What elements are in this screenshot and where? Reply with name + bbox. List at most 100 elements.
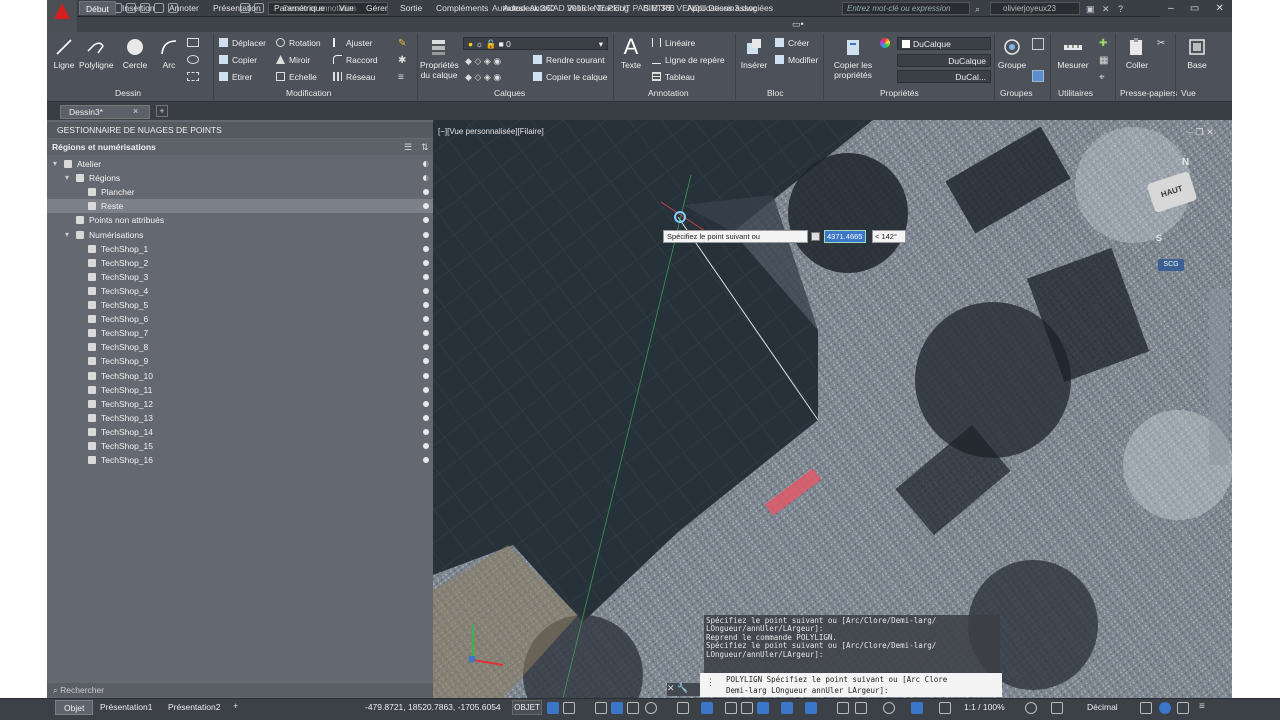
match-properties-button[interactable]: Copier les propriétés xyxy=(828,37,878,80)
group-selection-icon[interactable] xyxy=(1032,70,1044,82)
polyline-button[interactable]: Polyligne xyxy=(79,37,114,70)
workspace-switching-icon[interactable] xyxy=(939,702,951,714)
close-icon[interactable]: ✕ xyxy=(1206,127,1214,137)
visibility-toggle-icon[interactable] xyxy=(423,245,429,252)
visibility-toggle-icon[interactable] xyxy=(423,443,429,449)
minimize-icon[interactable]: – xyxy=(1168,3,1174,14)
dynamic-input-menu-icon[interactable] xyxy=(811,232,820,241)
angle-input[interactable]: < 142° xyxy=(872,230,906,243)
tab-vue[interactable]: Vue xyxy=(333,1,360,15)
panel-title-vue[interactable]: Vue xyxy=(1181,88,1196,100)
tree-item[interactable]: TechShop_9 xyxy=(47,354,433,368)
panel-title-dessin[interactable]: Dessin xyxy=(115,88,141,100)
isolate-objects-icon[interactable] xyxy=(1051,702,1063,714)
minimize-icon[interactable]: – xyxy=(1188,127,1193,137)
grid-icon[interactable] xyxy=(547,702,559,714)
visibility-toggle-icon[interactable] xyxy=(423,330,429,337)
object-snap-tracking-icon[interactable] xyxy=(645,702,657,714)
copy-layer-button[interactable]: Copier le calque xyxy=(533,72,607,85)
color-select[interactable]: DuCalque xyxy=(897,37,991,50)
lineweight-select[interactable]: DuCal... xyxy=(897,70,991,83)
panel-title-presse-papiers[interactable]: Presse-papiers xyxy=(1120,88,1177,100)
gear-icon[interactable] xyxy=(1025,702,1037,714)
application-menu-button[interactable] xyxy=(47,0,77,32)
visibility-toggle-icon[interactable] xyxy=(423,189,429,196)
tab-applications-associees[interactable]: Applications associées xyxy=(681,1,779,15)
panel-title-groupes[interactable]: Groupes xyxy=(1000,88,1033,100)
hardware-acceleration-icon[interactable] xyxy=(1159,702,1171,714)
tree-item[interactable]: TechShop_12 xyxy=(47,397,433,411)
ribbon-toggle-icon[interactable]: ▭• xyxy=(792,19,804,30)
help-icon[interactable]: ? xyxy=(1118,4,1123,14)
offset-icon[interactable]: ≡ xyxy=(398,72,410,83)
edit-block-button[interactable]: Modifier xyxy=(775,55,818,68)
search-input[interactable]: Entrez mot-clé ou expression xyxy=(842,2,970,15)
selection-cycling-icon[interactable] xyxy=(741,702,753,714)
tree-item[interactable]: TechShop_13 xyxy=(47,411,433,425)
annotation-visibility-icon[interactable] xyxy=(855,702,867,714)
close-icon[interactable]: ✕ xyxy=(667,683,675,693)
tree-item[interactable]: TechShop_11 xyxy=(47,383,433,397)
tree-item[interactable]: TechShop_1 xyxy=(47,242,433,256)
restore-icon[interactable]: ❐ xyxy=(1196,127,1204,137)
ortho-icon[interactable] xyxy=(595,702,607,714)
visibility-toggle-icon[interactable] xyxy=(423,231,429,238)
gizmo-icon[interactable] xyxy=(837,702,849,714)
id-point-icon[interactable]: ⌖ xyxy=(1099,72,1105,83)
options-icon[interactable]: ☰ xyxy=(404,142,412,153)
text-button[interactable]: A Texte xyxy=(618,36,644,71)
layer-tools-row-1[interactable]: ◆ ◇ ◈ ◉ xyxy=(465,56,501,67)
tree-item[interactable]: TechShop_15 xyxy=(47,439,433,453)
tree-item[interactable]: TechShop_6 xyxy=(47,312,433,326)
trim-button[interactable]: Ajuster xyxy=(333,38,372,51)
layer-select[interactable]: ● ☼ 🔓 ■ 0 ▾ xyxy=(463,37,608,50)
visibility-toggle-icon[interactable] xyxy=(423,161,429,167)
command-input[interactable]: POLYLIGN Spécifiez le point suivant ou [… xyxy=(700,673,1002,697)
panel-title-utilitaires[interactable]: Utilitaires xyxy=(1058,88,1093,100)
tree-item[interactable]: TechShop_10 xyxy=(47,369,433,383)
visibility-toggle-icon[interactable] xyxy=(423,175,429,182)
viewcube-south[interactable]: S xyxy=(1156,233,1162,243)
layer-properties-button[interactable]: Propriétés du calque xyxy=(420,37,459,80)
tab-vehicle-tracking[interactable]: Vehicle Tracking xyxy=(561,1,635,15)
visibility-toggle-icon[interactable] xyxy=(423,428,429,435)
visibility-toggle-icon[interactable] xyxy=(423,344,429,351)
tab-presentation1[interactable]: Présentation1 xyxy=(92,700,160,715)
visibility-toggle-icon[interactable] xyxy=(423,358,429,365)
user-account[interactable]: olivierjoyeux23 xyxy=(990,2,1080,15)
tree-item[interactable]: ▾ Régions xyxy=(47,171,433,185)
expand-icon[interactable]: ▾ xyxy=(65,230,69,239)
new-tab-button[interactable]: + xyxy=(156,105,168,117)
units-display[interactable]: Décimal xyxy=(1087,702,1118,712)
tab-parametrique[interactable]: Paramétrique xyxy=(268,1,331,15)
layer-tools-row-2[interactable]: ◆ ◇ ◈ ◉ xyxy=(465,72,501,83)
explode-icon[interactable]: ✱ xyxy=(398,55,410,66)
distance-input[interactable]: 4371.4665 xyxy=(824,230,866,243)
3d-osnap-icon[interactable] xyxy=(757,702,769,714)
customization-icon[interactable]: ≡ xyxy=(1199,701,1205,712)
model-space-toggle[interactable]: OBJET xyxy=(512,700,542,715)
visibility-toggle-icon[interactable] xyxy=(423,302,429,308)
rectangle-icon[interactable] xyxy=(187,38,199,47)
object-snap-icon[interactable] xyxy=(677,702,689,714)
scale-button[interactable]: Echelle xyxy=(276,72,317,85)
visibility-toggle-icon[interactable] xyxy=(423,457,429,464)
leader-button[interactable]: Ligne de repère xyxy=(652,55,725,68)
make-current-button[interactable]: Rendre courant xyxy=(533,55,605,68)
visibility-toggle-icon[interactable] xyxy=(423,372,429,379)
ucs-menu[interactable]: SCG xyxy=(1158,259,1184,271)
visibility-toggle-icon[interactable] xyxy=(423,273,429,280)
tab-bim-360[interactable]: BIM 360 xyxy=(637,1,681,15)
tab-sortie[interactable]: Sortie xyxy=(394,1,428,15)
isodraft-icon[interactable] xyxy=(627,702,639,714)
tab-complements[interactable]: Compléments xyxy=(430,1,494,15)
exchange-icon[interactable]: ✕ xyxy=(1102,4,1110,15)
close-icon[interactable]: ✕ xyxy=(1215,3,1223,14)
search-field[interactable]: ⌕ Rechercher xyxy=(47,683,433,697)
viewcube-north[interactable]: N xyxy=(1182,157,1189,168)
visibility-toggle-icon[interactable] xyxy=(423,259,429,266)
tree-item[interactable]: ▾ Atelier xyxy=(47,157,433,171)
annotation-scale[interactable]: 1:1 / 100% xyxy=(964,702,1005,712)
search-icon[interactable]: ⌕ xyxy=(975,4,980,15)
add-layout-icon[interactable]: + xyxy=(233,701,238,711)
